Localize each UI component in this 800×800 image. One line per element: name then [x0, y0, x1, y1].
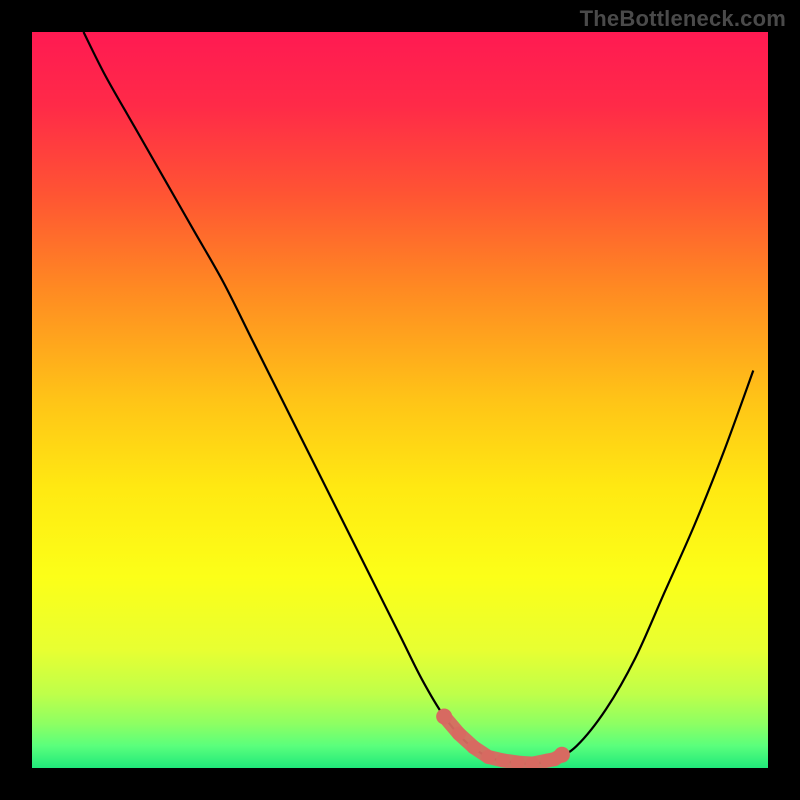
- optimal-marker-dot: [511, 756, 525, 770]
- optimal-marker-dot: [436, 708, 452, 724]
- chart-frame: TheBottleneck.com: [0, 0, 800, 800]
- optimal-marker-dot: [554, 747, 570, 763]
- bottleneck-chart: [0, 0, 800, 800]
- optimal-marker-dot: [525, 757, 539, 771]
- optimal-marker-dot: [467, 740, 481, 754]
- optimal-marker-dot: [452, 727, 466, 741]
- optimal-marker-dot: [481, 750, 495, 764]
- optimal-marker-dot: [496, 753, 510, 767]
- attribution-text: TheBottleneck.com: [580, 6, 786, 32]
